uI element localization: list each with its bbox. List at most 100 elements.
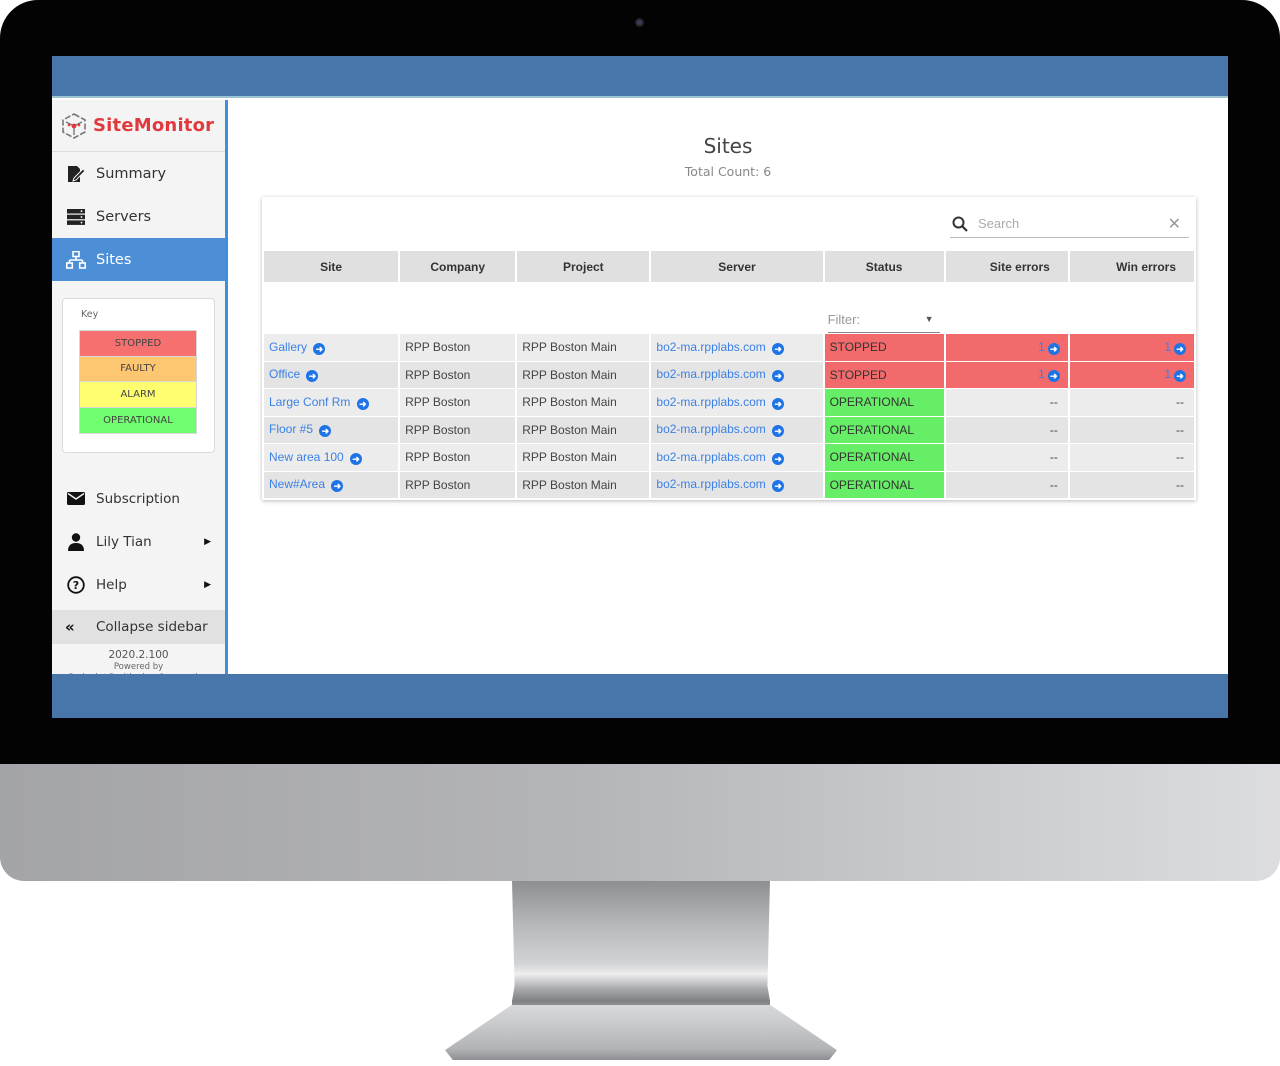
column-header-site[interactable]: Site	[264, 251, 399, 282]
cell-site: Gallery ➜	[264, 334, 399, 361]
server-link[interactable]: bo2-ma.rpplabs.com ➜	[656, 422, 785, 438]
column-header-company[interactable]: Company	[400, 251, 516, 282]
sidebar-item-help[interactable]: ? Help ▶	[52, 563, 225, 606]
monitor-chin	[0, 764, 1280, 881]
cell-site-errors: --	[945, 389, 1068, 416]
arrow-circle-right-icon: ➜	[313, 342, 326, 355]
column-header-server[interactable]: Server	[651, 251, 823, 282]
brand-name: SiteMonitor	[93, 115, 215, 136]
cell-server: bo2-ma.rpplabs.com ➜	[651, 471, 823, 498]
arrow-circle-right-icon: ➜	[772, 480, 785, 493]
cell-company: RPP Boston	[400, 444, 516, 471]
key-alarm: ALARM	[80, 382, 196, 408]
column-header-win-errors[interactable]: Win errors	[1069, 251, 1194, 282]
sites-table-card: ✕ Site Company Project Server Status Sit…	[262, 197, 1196, 500]
cell-win-errors: --	[1069, 471, 1194, 498]
cell-project: RPP Boston Main	[517, 361, 650, 388]
cell-server: bo2-ma.rpplabs.com ➜	[651, 389, 823, 416]
key-operational: OPERATIONAL	[80, 407, 196, 433]
cell-site-errors[interactable]: 1 ➜	[945, 361, 1068, 388]
user-icon	[65, 532, 87, 552]
status-key-label: Key	[81, 309, 99, 320]
status-filter-select[interactable]: Filter: ▼	[827, 306, 940, 333]
site-link[interactable]: New#Area ➜	[269, 477, 344, 493]
table-row: Gallery ➜ RPP Boston RPP Boston Main bo2-ma…	[264, 334, 1194, 361]
sidebar-item-label: Sites	[96, 251, 132, 268]
server-link[interactable]: bo2-ma.rpplabs.com ➜	[656, 395, 785, 410]
status-filter-placeholder: Filter:	[827, 311, 861, 327]
server-link[interactable]: bo2-ma.rpplabs.com ➜	[656, 367, 785, 383]
collapse-sidebar-button[interactable]: « Collapse sidebar	[52, 610, 225, 644]
cell-win-errors[interactable]: 1 ➜	[1069, 361, 1194, 388]
server-link[interactable]: bo2-ma.rpplabs.com ➜	[656, 450, 785, 465]
cell-server: bo2-ma.rpplabs.com ➜	[651, 334, 823, 361]
arrow-circle-right-icon: ➜	[772, 452, 785, 465]
status-badge: STOPPED	[824, 361, 944, 388]
monitor-stand-foot	[445, 1005, 837, 1060]
edit-document-icon	[65, 164, 87, 184]
arrow-circle-right-icon: ➜	[1174, 370, 1186, 383]
sidebar-item-user[interactable]: Lily Tian ▶	[52, 520, 225, 563]
arrow-circle-right-icon: ➜	[1047, 370, 1060, 383]
cube-logo-icon	[62, 112, 86, 139]
server-link[interactable]: bo2-ma.rpplabs.com ➜	[656, 477, 785, 493]
sitemap-icon	[65, 250, 87, 270]
sidebar: SiteMonitor Summary Servers Sites Key ST…	[52, 100, 228, 674]
status-key-list: STOPPED FAULTY ALARM OPERATIONAL	[79, 330, 197, 434]
server-link[interactable]: bo2-ma.rpplabs.com ➜	[656, 340, 785, 355]
sidebar-item-label: Lily Tian	[96, 533, 152, 550]
status-badge: OPERATIONAL	[824, 416, 944, 443]
arrow-circle-right-icon: ➜	[306, 370, 319, 383]
cell-company: RPP Boston	[400, 389, 516, 416]
cell-site: Large Conf Rm ➜	[264, 389, 399, 416]
cell-site: Floor #5 ➜	[264, 416, 399, 443]
cell-company: RPP Boston	[400, 471, 516, 498]
double-chevron-left-icon: «	[65, 618, 75, 636]
sidebar-item-label: Summary	[96, 165, 167, 182]
sidebar-item-servers[interactable]: Servers	[52, 195, 225, 238]
search-icon	[952, 216, 972, 232]
cell-project: RPP Boston Main	[517, 416, 650, 443]
sidebar-item-label: Subscription	[96, 490, 180, 507]
cell-server: bo2-ma.rpplabs.com ➜	[651, 416, 823, 443]
sidebar-item-summary[interactable]: Summary	[52, 152, 225, 195]
webcam-icon	[635, 18, 644, 27]
filter-row: Filter: ▼	[264, 283, 1194, 333]
cell-site: New area 100 ➜	[264, 444, 399, 471]
table-row: Large Conf Rm ➜ RPP Boston RPP Boston Main…	[264, 389, 1194, 416]
bottom-bar	[52, 674, 1228, 718]
site-link[interactable]: Floor #5 ➜	[269, 422, 332, 438]
sidebar-item-label: Help	[96, 576, 127, 593]
status-badge: OPERATIONAL	[824, 471, 944, 498]
key-stopped: STOPPED	[80, 331, 196, 357]
cell-site-errors: --	[945, 471, 1068, 498]
search-field[interactable]: ✕	[950, 210, 1189, 238]
clear-search-icon[interactable]: ✕	[1168, 214, 1181, 234]
arrow-circle-right-icon: ➜	[1174, 342, 1186, 355]
site-link[interactable]: Office ➜	[269, 367, 319, 383]
column-header-status[interactable]: Status	[824, 251, 944, 282]
cell-win-errors[interactable]: 1 ➜	[1069, 334, 1194, 361]
arrow-circle-right-icon: ➜	[319, 425, 332, 438]
site-link[interactable]: New area 100 ➜	[269, 450, 363, 465]
site-link[interactable]: Gallery ➜	[269, 340, 326, 355]
cell-win-errors: --	[1069, 389, 1194, 416]
arrow-circle-right-icon: ➜	[772, 370, 785, 383]
sidebar-item-subscription[interactable]: Subscription	[52, 477, 225, 520]
powered-by: Powered by	[113, 662, 164, 672]
column-header-project[interactable]: Project	[517, 251, 650, 282]
cell-company: RPP Boston	[400, 361, 516, 388]
column-header-site-errors[interactable]: Site errors	[945, 251, 1068, 282]
sidebar-item-sites[interactable]: Sites	[52, 238, 225, 281]
search-input[interactable]	[978, 216, 1158, 231]
status-key: Key STOPPED FAULTY ALARM OPERATIONAL	[62, 298, 215, 453]
cell-project: RPP Boston Main	[517, 444, 650, 471]
brand-header[interactable]: SiteMonitor	[52, 100, 225, 152]
site-link[interactable]: Large Conf Rm ➜	[269, 395, 369, 410]
cell-site-errors[interactable]: 1 ➜	[945, 334, 1068, 361]
caret-right-icon: ▶	[204, 536, 211, 547]
status-badge: OPERATIONAL	[824, 389, 944, 416]
cell-win-errors: --	[1069, 444, 1194, 471]
arrow-circle-right-icon: ➜	[772, 342, 785, 355]
table-row: New#Area ➜ RPP Boston RPP Boston Main bo2-m…	[264, 471, 1194, 498]
